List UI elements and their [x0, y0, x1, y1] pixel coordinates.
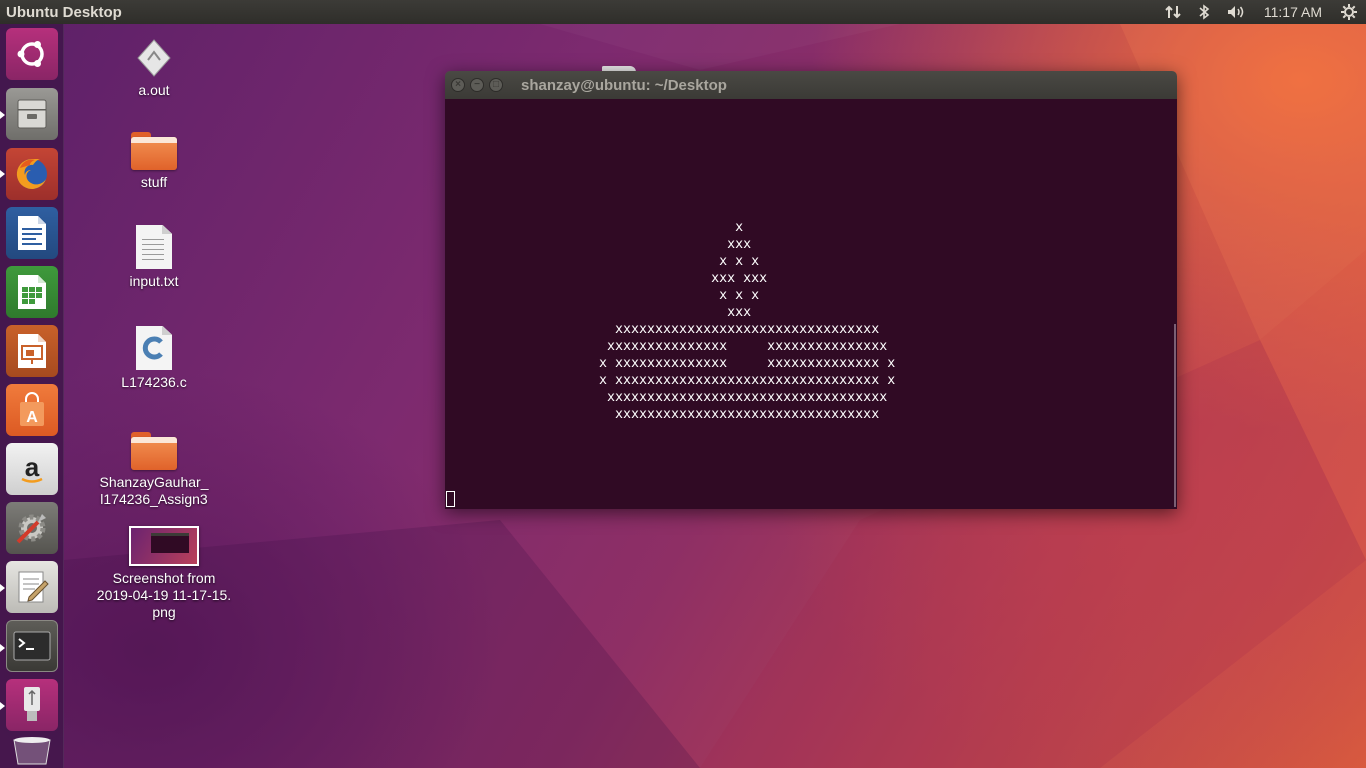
launcher-text-editor[interactable]: [6, 561, 58, 613]
desktop-icon-label: L174236.c: [121, 374, 187, 390]
desktop-icon-l174236-c[interactable]: L174236.c: [84, 326, 224, 391]
launcher-dash[interactable]: [6, 28, 58, 80]
desktop-icon-label: ShanzayGauhar_ l174236_Assign3: [99, 474, 209, 507]
terminal-window[interactable]: × − □ shanzay@ubuntu: ~/Desktop x xxx x …: [445, 71, 1177, 509]
desktop-icon-screenshot[interactable]: Screenshot from 2019-04-19 11-17-15. png: [94, 526, 234, 621]
settings-tools-icon: [16, 514, 46, 544]
close-button[interactable]: ×: [451, 78, 465, 92]
launcher-amazon[interactable]: a: [6, 443, 58, 495]
launcher: A a: [0, 24, 64, 768]
svg-text:a: a: [25, 452, 40, 482]
image-thumbnail-icon: [129, 526, 199, 566]
clock[interactable]: 11:17 AM: [1254, 0, 1332, 24]
launcher-writer[interactable]: [6, 207, 58, 259]
volume-icon[interactable]: [1218, 0, 1254, 24]
launcher-running-indicator: [0, 702, 5, 710]
c-source-icon: [136, 326, 172, 370]
desktop-icon-a-out[interactable]: a.out: [84, 38, 224, 99]
launcher-running-indicator: [0, 644, 5, 652]
terminal-output: x xxx x x x xxx xxx x x x xxx xxxxxxxxxx…: [599, 220, 896, 422]
launcher-trash[interactable]: [6, 732, 58, 768]
desktop-icon-input-txt[interactable]: input.txt: [84, 225, 224, 290]
terminal-titlebar[interactable]: × − □ shanzay@ubuntu: ~/Desktop: [445, 71, 1177, 99]
ubuntu-logo-icon: [17, 41, 44, 67]
shopping-bag-icon: A: [20, 392, 44, 426]
launcher-software[interactable]: A: [6, 384, 58, 436]
text-file-icon: [136, 225, 172, 269]
calc-icon: [18, 275, 46, 309]
folder-icon: [131, 132, 177, 170]
launcher-firefox[interactable]: [6, 148, 58, 200]
launcher-files[interactable]: [6, 88, 58, 140]
terminal-icon: [13, 631, 51, 661]
bluetooth-icon[interactable]: [1190, 0, 1218, 24]
panel-title: Ubuntu Desktop: [6, 3, 122, 21]
desktop-icon-label: input.txt: [129, 273, 179, 289]
text-editor-icon: [18, 571, 49, 603]
desktop-icon-label: stuff: [140, 174, 168, 190]
svg-text:A: A: [26, 409, 38, 426]
launcher-running-indicator: [0, 170, 5, 178]
trash-icon: [13, 737, 51, 765]
launcher-settings[interactable]: [6, 502, 58, 554]
terminal-cursor: [446, 491, 455, 507]
terminal-scrollbar[interactable]: [1174, 324, 1176, 507]
executable-icon: [137, 39, 171, 77]
writer-icon: [18, 216, 46, 250]
desktop-icon-label: Screenshot from 2019-04-19 11-17-15. png: [96, 570, 232, 620]
settings-gear-icon[interactable]: [1332, 0, 1366, 24]
desktop-icon-label: a.out: [138, 82, 170, 98]
network-icon[interactable]: [1156, 0, 1190, 24]
top-panel: Ubuntu Desktop 11:17 AM: [0, 0, 1366, 24]
amazon-icon: a: [21, 452, 43, 483]
launcher-running-indicator: [0, 584, 5, 592]
file-cabinet-icon: [17, 99, 47, 129]
desktop-icon-stuff[interactable]: stuff: [84, 132, 224, 191]
launcher-impress[interactable]: [6, 325, 58, 377]
folder-icon: [131, 432, 177, 470]
usb-icon: [24, 687, 40, 721]
launcher-calc[interactable]: [6, 266, 58, 318]
terminal-title: shanzay@ubuntu: ~/Desktop: [521, 76, 727, 94]
maximize-button[interactable]: □: [489, 78, 503, 92]
desktop-icon-assign3-folder[interactable]: ShanzayGauhar_ l174236_Assign3: [84, 432, 224, 508]
firefox-icon: [16, 158, 47, 189]
panel-indicators: 11:17 AM: [1156, 0, 1366, 24]
impress-icon: [18, 334, 46, 368]
minimize-button[interactable]: −: [470, 78, 484, 92]
launcher-usb[interactable]: [6, 679, 58, 731]
terminal-body[interactable]: x xxx x x x xxx xxx x x x xxx xxxxxxxxxx…: [445, 99, 1177, 509]
launcher-running-indicator: [0, 111, 5, 119]
launcher-terminal[interactable]: [6, 620, 58, 672]
